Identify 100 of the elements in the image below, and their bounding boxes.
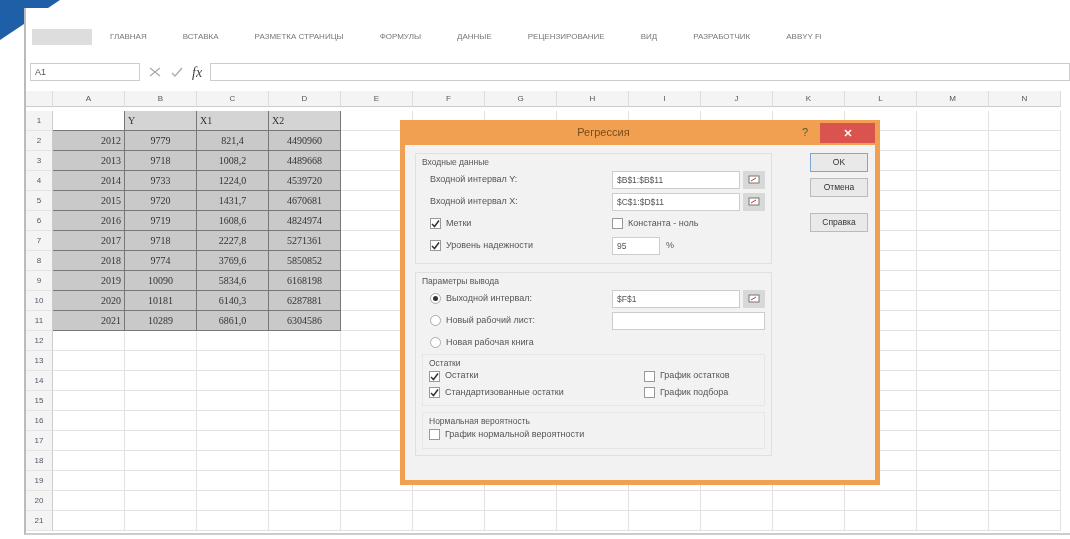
row-header[interactable]: 17 (26, 431, 53, 451)
column-header[interactable]: D (269, 91, 341, 107)
input-field[interactable]: $F$1 (612, 289, 740, 308)
checkbox[interactable] (430, 240, 441, 252)
table-cell: 9733 (125, 171, 197, 191)
table-cell: 10090 (125, 271, 197, 291)
row-header[interactable]: 6 (26, 211, 53, 231)
radio-button[interactable] (430, 337, 441, 348)
insert-function-button[interactable]: fx (192, 61, 203, 83)
column-header[interactable]: J (701, 91, 773, 107)
table-cell (629, 491, 701, 511)
table-cell (917, 391, 989, 411)
table-cell (197, 391, 269, 411)
row-header[interactable]: 19 (26, 471, 53, 491)
table-cell (197, 331, 269, 351)
row-header[interactable]: 13 (26, 351, 53, 371)
row-header[interactable]: 10 (26, 291, 53, 311)
column-header[interactable]: I (629, 91, 701, 107)
formula-input[interactable] (210, 63, 1070, 81)
column-header[interactable]: A (53, 91, 125, 107)
row-header[interactable]: 1 (26, 111, 53, 131)
column-header[interactable]: M (917, 91, 989, 107)
range-picker-button[interactable] (743, 170, 765, 189)
checkbox[interactable] (429, 370, 440, 382)
table-cell: 9718 (125, 151, 197, 171)
dialog-button[interactable]: Справка (810, 213, 868, 232)
help-button[interactable]: ? (801, 124, 808, 141)
table-cell (125, 471, 197, 491)
table-cell: 9718 (125, 231, 197, 251)
close-button[interactable] (820, 122, 875, 143)
column-header[interactable]: B (125, 91, 197, 107)
ribbon-tab[interactable]: РЕЦЕНЗИРОВАНИЕ (527, 31, 605, 43)
column-header[interactable]: E (341, 91, 413, 107)
dialog-button[interactable]: Отмена (810, 178, 868, 197)
input-field[interactable]: $B$1:$B$11 (612, 170, 740, 189)
column-header[interactable]: N (989, 91, 1061, 107)
table-cell (989, 351, 1061, 371)
row-header[interactable]: 12 (26, 331, 53, 351)
ribbon-tab[interactable]: РАЗРАБОТЧИК (693, 31, 751, 43)
radio-button[interactable] (430, 293, 441, 304)
table-cell (53, 331, 125, 351)
ribbon-tab[interactable]: ВСТАВКА (182, 31, 219, 43)
checkbox-label: Остатки (445, 369, 479, 383)
table-cell (917, 471, 989, 491)
row-header[interactable]: 9 (26, 271, 53, 291)
table-cell: 2021 (53, 311, 125, 331)
row-header[interactable]: 11 (26, 311, 53, 331)
checkbox[interactable] (644, 387, 655, 398)
select-all-corner[interactable] (26, 91, 53, 107)
row-header[interactable]: 4 (26, 171, 53, 191)
table-cell (269, 511, 341, 531)
column-header[interactable]: K (773, 91, 845, 107)
ribbon-tab[interactable]: ГЛАВНАЯ (110, 31, 147, 43)
table-cell (989, 171, 1061, 191)
row-header[interactable]: 7 (26, 231, 53, 251)
row-header[interactable]: 8 (26, 251, 53, 271)
row-header[interactable]: 14 (26, 371, 53, 391)
ribbon-tab[interactable]: ВИД (640, 31, 658, 43)
column-header[interactable]: L (845, 91, 917, 107)
range-picker-button[interactable] (743, 289, 765, 308)
checkbox-label: Стандартизованные остатки (445, 385, 564, 399)
input-field[interactable]: $C$1:$D$11 (612, 192, 740, 211)
ribbon-tab[interactable]: ДАННЫЕ (457, 31, 492, 43)
checkbox[interactable] (429, 429, 440, 441)
range-picker-button[interactable] (743, 192, 765, 211)
table-cell: 9720 (125, 191, 197, 211)
table-cell (917, 411, 989, 431)
table-cell (773, 511, 845, 531)
checkbox[interactable] (612, 218, 623, 230)
confidence-field[interactable]: 95 (612, 236, 660, 255)
row-header[interactable]: 21 (26, 511, 53, 531)
column-header[interactable]: F (413, 91, 485, 107)
ribbon-tab[interactable]: ФОРМУЛЫ (379, 31, 421, 43)
row-header[interactable]: 3 (26, 151, 53, 171)
checkbox-label: График остатков (660, 369, 730, 383)
row-header[interactable]: 15 (26, 391, 53, 411)
ribbon-tab[interactable]: ABBYY Fi (786, 31, 822, 43)
checkbox-label: Уровень надежности (446, 239, 533, 252)
range-select-icon (748, 294, 760, 303)
column-header[interactable]: C (197, 91, 269, 107)
checkbox[interactable] (644, 370, 655, 382)
input-field[interactable] (612, 311, 765, 330)
group-title: Остатки (429, 356, 462, 370)
row-header[interactable]: 16 (26, 411, 53, 431)
row-header[interactable]: 18 (26, 451, 53, 471)
table-cell (989, 451, 1061, 471)
table-cell (989, 431, 1061, 451)
column-header[interactable]: G (485, 91, 557, 107)
checkbox[interactable] (429, 387, 440, 398)
name-box[interactable]: A1 (30, 63, 140, 81)
table-cell: 6287881 (269, 291, 341, 311)
row-header[interactable]: 2 (26, 131, 53, 151)
row-header[interactable]: 5 (26, 191, 53, 211)
radio-button[interactable] (430, 315, 441, 326)
ribbon-tab[interactable]: РАЗМЕТКА СТРАНИЦЫ (254, 31, 344, 43)
checkbox[interactable] (430, 218, 441, 230)
row-header[interactable]: 20 (26, 491, 53, 511)
column-header[interactable]: H (557, 91, 629, 107)
table-cell (53, 391, 125, 411)
dialog-button[interactable]: OK (810, 153, 868, 172)
